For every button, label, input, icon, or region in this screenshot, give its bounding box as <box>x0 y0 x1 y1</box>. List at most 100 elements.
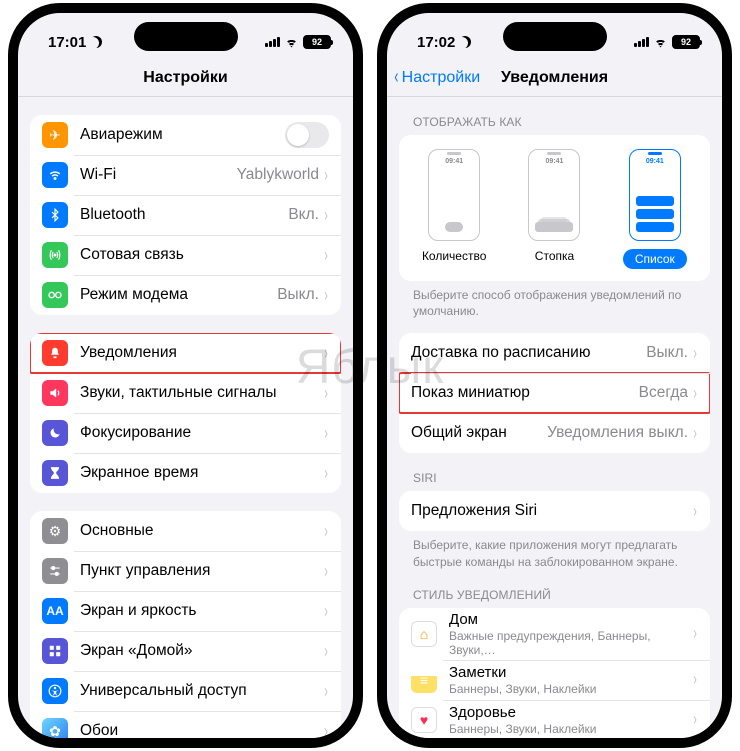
chevron-right-icon: › <box>324 641 328 662</box>
flower-icon: ✿ <box>42 718 68 738</box>
row-label: Bluetooth <box>80 206 288 224</box>
battery-icon: 92 <box>303 35 331 49</box>
row-label: Здоровье <box>449 704 692 721</box>
row-label: Уведомления <box>80 344 323 362</box>
cellular-icon <box>634 37 649 47</box>
page-title: Уведомления <box>501 69 608 87</box>
sliders-icon <box>42 558 68 584</box>
chevron-right-icon: › <box>324 721 328 739</box>
grid-icon <box>42 638 68 664</box>
row-bluetooth[interactable]: Bluetooth Вкл. › <box>30 195 341 235</box>
group-general: ⚙ Основные › Пункт управления › AA Экран… <box>30 511 341 738</box>
chevron-right-icon: › <box>324 165 328 186</box>
row-label: Доставка по расписанию <box>411 344 646 362</box>
section-header-siri: SIRI <box>399 453 710 491</box>
row-wifi[interactable]: Wi-Fi Yablykworld › <box>30 155 341 195</box>
status-time: 17:01 <box>48 34 86 51</box>
row-hotspot[interactable]: Режим модема Выкл. › <box>30 275 341 315</box>
option-list[interactable]: 09:41 Список <box>608 149 702 269</box>
back-button[interactable]: ‹ Настройки <box>393 66 480 89</box>
option-label: Стопка <box>535 249 574 263</box>
row-label: Общий экран <box>411 424 547 442</box>
row-label: Показ миниатюр <box>411 384 639 402</box>
row-value: Уведомления выкл. <box>547 424 688 442</box>
chevron-right-icon: › <box>324 205 328 226</box>
row-cellular[interactable]: Сотовая связь › <box>30 235 341 275</box>
option-count[interactable]: 09:41 Количество <box>407 149 501 269</box>
settings-scroll[interactable]: ✈ Авиарежим Wi-Fi Yablykworld › Bluetoot… <box>18 97 353 738</box>
chevron-right-icon: › <box>324 463 328 484</box>
antenna-icon <box>42 242 68 268</box>
chevron-right-icon: › <box>324 561 328 582</box>
chevron-right-icon: › <box>693 623 697 644</box>
row-label: Звуки, тактильные сигналы <box>80 384 323 402</box>
chevron-right-icon: › <box>324 521 328 542</box>
row-value: Yablykworld <box>237 166 319 184</box>
row-label: Wi-Fi <box>80 166 237 184</box>
stack-preview: 09:41 <box>528 149 580 241</box>
chevron-right-icon: › <box>324 681 328 702</box>
row-general[interactable]: ⚙ Основные › <box>30 511 341 551</box>
cellular-icon <box>265 37 280 47</box>
row-screen-sharing[interactable]: Общий экран Уведомления выкл. › <box>399 413 710 453</box>
row-scheduled[interactable]: Доставка по расписанию Выкл. › <box>399 333 710 373</box>
row-siri-suggestions[interactable]: Предложения Siri › <box>399 491 710 531</box>
row-sublabel: Баннеры, Звуки, Наклейки <box>449 682 692 696</box>
row-label: Предложения Siri <box>411 502 692 520</box>
row-label: Пункт управления <box>80 562 323 580</box>
row-accessibility[interactable]: Универсальный доступ › <box>30 671 341 711</box>
health-app-icon: ♥ <box>411 707 437 733</box>
row-app-notes[interactable]: ≡ Заметки Баннеры, Звуки, Наклейки › <box>399 660 710 700</box>
group-connectivity: ✈ Авиарежим Wi-Fi Yablykworld › Bluetoot… <box>30 115 341 315</box>
row-notifications[interactable]: Уведомления › <box>30 333 341 373</box>
row-value: Выкл. <box>277 286 319 304</box>
row-airplane[interactable]: ✈ Авиарежим <box>30 115 341 155</box>
row-label: Обои <box>80 722 323 738</box>
row-app-health[interactable]: ♥ Здоровье Баннеры, Звуки, Наклейки › <box>399 700 710 738</box>
bell-icon <box>42 340 68 366</box>
notes-app-icon: ≡ <box>411 667 437 693</box>
nav-header: ‹ Настройки Уведомления <box>387 59 722 97</box>
option-label: Количество <box>422 249 486 263</box>
row-control-center[interactable]: Пункт управления › <box>30 551 341 591</box>
group-notifications: Уведомления › Звуки, тактильные сигналы … <box>30 333 341 493</box>
phone-right: 17:02 92 ‹ Настройки Уведомления ОТОБРАЖ… <box>377 3 732 748</box>
phone-left: 17:01 92 Настройки ✈ Авиарежим Wi-Fi Yab… <box>8 3 363 748</box>
group-apps: ⌂ Дом Важные предупреждения, Баннеры, Зв… <box>399 608 710 738</box>
row-label: Дом <box>449 611 692 628</box>
chevron-right-icon: › <box>693 669 697 690</box>
option-label: Список <box>623 249 687 269</box>
chevron-right-icon: › <box>324 383 328 404</box>
moon-icon <box>459 36 471 48</box>
row-label: Режим модема <box>80 286 277 304</box>
chevron-right-icon: › <box>693 343 697 364</box>
moon-icon <box>90 36 102 48</box>
notifications-scroll[interactable]: ОТОБРАЖАТЬ КАК 09:41 Количество 09:41 <box>387 97 722 738</box>
status-time: 17:02 <box>417 34 455 51</box>
airplane-toggle[interactable] <box>285 122 329 148</box>
row-wallpaper[interactable]: ✿ Обои › <box>30 711 341 738</box>
row-label: Экран «Домой» <box>80 642 323 660</box>
row-sounds[interactable]: Звуки, тактильные сигналы › <box>30 373 341 413</box>
row-label: Основные <box>80 522 323 540</box>
row-homescreen[interactable]: Экран «Домой» › <box>30 631 341 671</box>
display-as-selector: 09:41 Количество 09:41 Стопка 09:4 <box>399 135 710 281</box>
section-footer-display: Выберите способ отображения уведомлений … <box>399 281 710 319</box>
wifi-icon <box>284 37 299 48</box>
chevron-right-icon: › <box>693 423 697 444</box>
row-value: Выкл. <box>646 344 688 362</box>
row-value: Вкл. <box>288 206 319 224</box>
row-app-home[interactable]: ⌂ Дом Важные предупреждения, Баннеры, Зв… <box>399 608 710 660</box>
option-stack[interactable]: 09:41 Стопка <box>507 149 601 269</box>
dynamic-island <box>134 22 238 51</box>
row-previews[interactable]: Показ миниатюр Всегда › <box>399 373 710 413</box>
chevron-right-icon: › <box>693 383 697 404</box>
row-screentime[interactable]: Экранное время › <box>30 453 341 493</box>
row-focus[interactable]: Фокусирование › <box>30 413 341 453</box>
row-label: Экранное время <box>80 464 323 482</box>
row-display[interactable]: AA Экран и яркость › <box>30 591 341 631</box>
hourglass-icon <box>42 460 68 486</box>
row-sublabel: Важные предупреждения, Баннеры, Звуки,… <box>449 629 692 657</box>
row-label: Фокусирование <box>80 424 323 442</box>
page-title: Настройки <box>143 69 227 87</box>
